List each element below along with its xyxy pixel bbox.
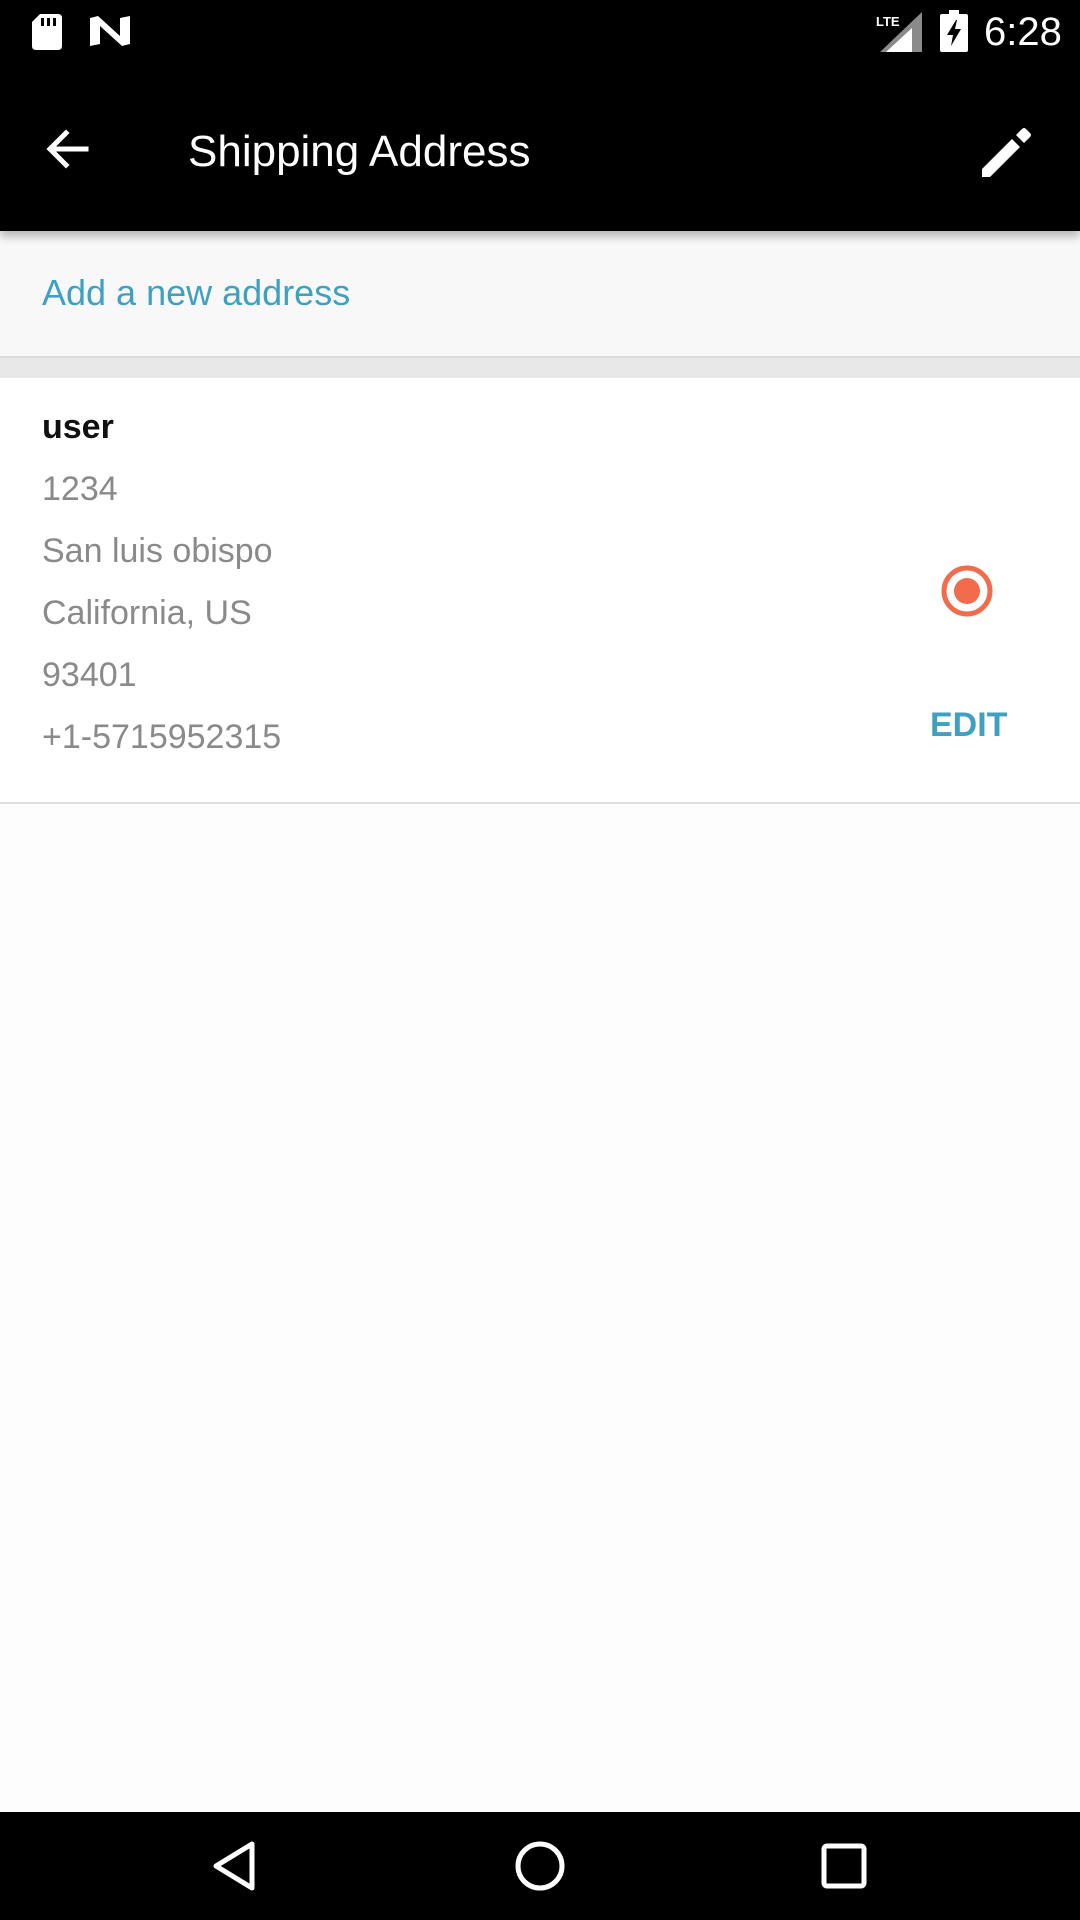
address-street: 1234 <box>42 470 118 508</box>
arrow-back-icon[interactable] <box>40 121 96 177</box>
system-nav-bar <box>0 1812 1080 1920</box>
nav-home-icon[interactable] <box>512 1838 568 1894</box>
address-city: San luis obispo <box>42 532 273 570</box>
page-title: Shipping Address <box>188 127 531 176</box>
app-toolbar: Shipping Address <box>0 63 1080 231</box>
address-card[interactable]: user 1234 San luis obispo California, US… <box>0 378 1080 804</box>
n-logo-icon <box>90 16 130 46</box>
selected-radio-icon[interactable] <box>940 564 994 618</box>
section-divider <box>0 358 1080 378</box>
clock: 6:28 <box>984 10 1062 54</box>
address-zip: 93401 <box>42 656 137 694</box>
address-state-country: California, US <box>42 594 252 632</box>
svg-text:LTE: LTE <box>876 14 900 29</box>
status-bar: LTE 6:28 <box>0 0 1080 63</box>
address-name: user <box>42 408 114 446</box>
add-address-link[interactable]: Add a new address <box>42 271 350 315</box>
battery-charging-icon <box>940 10 968 52</box>
screen: LTE 6:28 Shipping Address Add a new addr… <box>0 0 1080 1920</box>
nav-back-icon[interactable] <box>208 1838 264 1894</box>
nav-recents-icon[interactable] <box>816 1838 872 1894</box>
lte-signal-icon: LTE <box>876 12 922 52</box>
address-phone: +1-5715952315 <box>42 718 282 756</box>
edit-address-button[interactable]: EDIT <box>930 706 1007 745</box>
sd-card-icon <box>32 14 62 50</box>
pencil-icon[interactable] <box>976 123 1036 183</box>
add-address-row[interactable]: Add a new address <box>0 231 1080 358</box>
